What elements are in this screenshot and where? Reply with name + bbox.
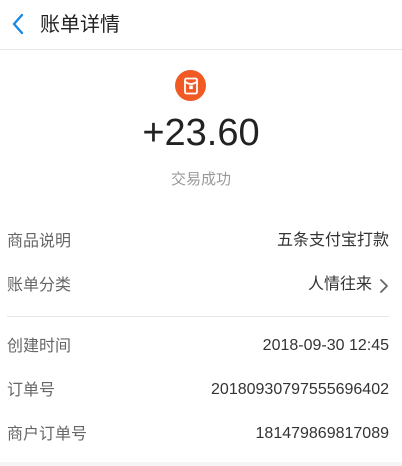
section-divider — [7, 316, 389, 317]
detail-row-merchant-order-number: 商户订单号 181479869817089 — [0, 412, 402, 456]
status-text: 交易成功 — [170, 170, 231, 188]
row-label: 账单分类 — [7, 275, 72, 294]
row-value: 人情往来 — [307, 276, 372, 293]
row-label: 订单号 — [7, 380, 56, 399]
app-header: 账单详情 — [0, 0, 402, 50]
chevron-left-icon — [12, 13, 24, 35]
chevron-right-icon — [380, 279, 388, 293]
row-label: 商品说明 — [7, 231, 72, 250]
bill-summary: +23.60 交易成功 — [0, 50, 402, 200]
detail-row-product-description: 商品说明 五条支付宝打款 — [0, 219, 402, 263]
detail-row-created-time: 创建时间 2018-09-30 12:45 — [0, 324, 402, 368]
row-label: 商户订单号 — [7, 424, 88, 443]
detail-row-bill-category[interactable]: 账单分类 人情往来 — [0, 263, 402, 307]
detail-row-order-number: 订单号 20180930797555696402 — [0, 368, 402, 412]
row-value: 五条支付宝打款 — [276, 232, 389, 249]
amount-text: +23.60 — [142, 112, 260, 154]
red-envelope-icon — [175, 70, 206, 101]
row-value: 2018-09-30 12:45 — [262, 337, 389, 354]
bill-detail-panel: +23.60 交易成功 商品说明 五条支付宝打款 账单分类 人情往来 创建时间 … — [0, 50, 402, 462]
row-label: 创建时间 — [7, 336, 72, 355]
row-value: 20180930797555696402 — [211, 381, 389, 398]
back-button[interactable] — [4, 7, 32, 41]
page-title: 账单详情 — [40, 12, 120, 36]
row-value: 181479869817089 — [255, 425, 389, 442]
